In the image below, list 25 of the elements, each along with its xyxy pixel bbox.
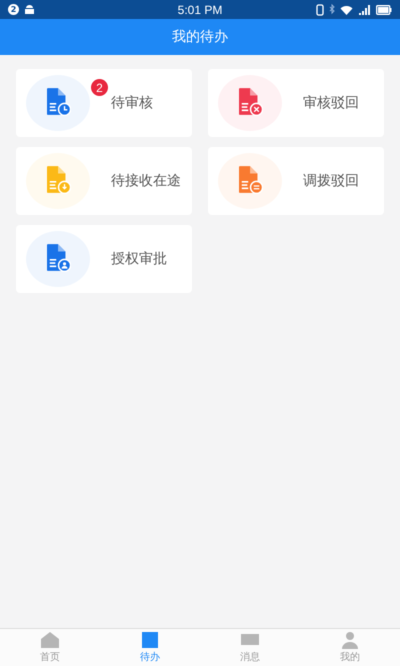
person-icon [340,631,360,649]
signal-icon [358,4,371,14]
notification-count: 2 [8,4,19,15]
wifi-icon [340,4,353,14]
task-card[interactable]: 待接收在途 [16,147,192,215]
card-label: 审核驳回 [303,94,359,112]
task-card[interactable]: 审核驳回 [208,69,384,137]
bluetooth-icon [329,4,335,15]
tab-label: 首页 [40,651,60,664]
task-card[interactable]: 2 待审核 [16,69,192,137]
task-card[interactable]: 授权审批 [16,225,192,293]
tab-label: 消息 [240,650,260,664]
count-badge: 2 [91,79,108,96]
status-time: 5:01 PM [178,2,222,16]
vibrate-icon [316,4,324,16]
home-icon [40,631,60,649]
card-label: 待接收在途 [111,172,181,190]
card-label: 调拨驳回 [303,172,359,190]
task-card[interactable]: 调拨驳回 [208,147,384,215]
header-title: 我的待办 [172,28,228,46]
battery-icon [376,4,392,14]
tab-label: 我的 [340,650,360,664]
card-label: 待审核 [111,94,153,112]
card-label: 授权审批 [111,250,167,268]
tab-label: 待办 [140,650,160,664]
